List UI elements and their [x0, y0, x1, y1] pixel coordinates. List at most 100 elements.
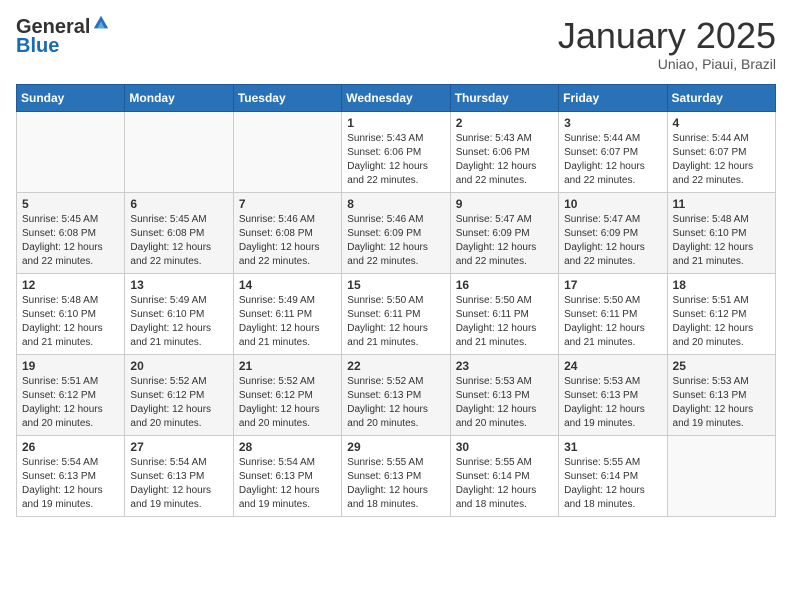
- day-number: 28: [239, 440, 336, 454]
- day-info: Sunrise: 5:49 AMSunset: 6:11 PMDaylight:…: [239, 294, 336, 350]
- day-info: Sunrise: 5:54 AMSunset: 6:13 PMDaylight:…: [22, 456, 119, 512]
- day-number: 30: [456, 440, 553, 454]
- column-header-wednesday: Wednesday: [342, 84, 450, 111]
- day-number: 13: [130, 278, 227, 292]
- calendar-cell: 11Sunrise: 5:48 AMSunset: 6:10 PMDayligh…: [667, 192, 775, 273]
- column-header-tuesday: Tuesday: [233, 84, 341, 111]
- day-number: 12: [22, 278, 119, 292]
- day-number: 8: [347, 197, 444, 211]
- calendar-cell: 18Sunrise: 5:51 AMSunset: 6:12 PMDayligh…: [667, 273, 775, 354]
- calendar-cell: [667, 435, 775, 516]
- calendar-cell: [233, 111, 341, 192]
- page-header: General Blue January 2025 Uniao, Piaui, …: [16, 16, 776, 72]
- day-info: Sunrise: 5:52 AMSunset: 6:12 PMDaylight:…: [130, 375, 227, 431]
- calendar-table: SundayMondayTuesdayWednesdayThursdayFrid…: [16, 84, 776, 517]
- calendar-header-row: SundayMondayTuesdayWednesdayThursdayFrid…: [17, 84, 776, 111]
- day-info: Sunrise: 5:46 AMSunset: 6:08 PMDaylight:…: [239, 213, 336, 269]
- day-number: 5: [22, 197, 119, 211]
- calendar-cell: 5 Sunrise: 5:45 AMSunset: 6:08 PMDaylight…: [17, 192, 125, 273]
- logo-icon: [92, 14, 110, 32]
- logo-blue-text: Blue: [16, 35, 59, 57]
- day-number: 9: [456, 197, 553, 211]
- calendar-cell: 12 Sunrise: 5:48 AMSunset: 6:10 PMDayligh…: [17, 273, 125, 354]
- day-info: Sunrise: 5:53 AMSunset: 6:13 PMDaylight:…: [456, 375, 553, 431]
- column-header-monday: Monday: [125, 84, 233, 111]
- calendar-cell: 2Sunrise: 5:43 AMSunset: 6:06 PMDaylight…: [450, 111, 558, 192]
- calendar-cell: 31Sunrise: 5:55 AMSunset: 6:14 PMDayligh…: [559, 435, 667, 516]
- day-info: Sunrise: 5:49 AMSunset: 6:10 PMDaylight:…: [130, 294, 227, 350]
- day-number: 27: [130, 440, 227, 454]
- calendar-week-row: 26 Sunrise: 5:54 AMSunset: 6:13 PMDayligh…: [17, 435, 776, 516]
- day-info: Sunrise: 5:55 AMSunset: 6:14 PMDaylight:…: [564, 456, 661, 512]
- day-number: 29: [347, 440, 444, 454]
- day-info: Sunrise: 5:53 AMSunset: 6:13 PMDaylight:…: [564, 375, 661, 431]
- day-info: Sunrise: 5:55 AMSunset: 6:14 PMDaylight:…: [456, 456, 553, 512]
- calendar-cell: 10 Sunrise: 5:47 AMSunset: 6:09 PMDayligh…: [559, 192, 667, 273]
- day-number: 3: [564, 116, 661, 130]
- day-number: 19: [22, 359, 119, 373]
- day-number: 22: [347, 359, 444, 373]
- day-info: Sunrise: 5:52 AMSunset: 6:12 PMDaylight:…: [239, 375, 336, 431]
- day-info: Sunrise: 5:52 AMSunset: 6:13 PMDaylight:…: [347, 375, 444, 431]
- calendar-cell: 16 Sunrise: 5:50 AMSunset: 6:11 PMDayligh…: [450, 273, 558, 354]
- day-info: Sunrise: 5:48 AMSunset: 6:10 PMDaylight:…: [22, 294, 119, 350]
- calendar-cell: 27 Sunrise: 5:54 AMSunset: 6:13 PMDayligh…: [125, 435, 233, 516]
- day-number: 26: [22, 440, 119, 454]
- calendar-week-row: 19 Sunrise: 5:51 AMSunset: 6:12 PMDayligh…: [17, 354, 776, 435]
- day-number: 1: [347, 116, 444, 130]
- calendar-week-row: 1 Sunrise: 5:43 AMSunset: 6:06 PMDaylight…: [17, 111, 776, 192]
- month-title: January 2025: [558, 16, 776, 56]
- calendar-cell: 1 Sunrise: 5:43 AMSunset: 6:06 PMDaylight…: [342, 111, 450, 192]
- day-info: Sunrise: 5:54 AMSunset: 6:13 PMDaylight:…: [239, 456, 336, 512]
- column-header-thursday: Thursday: [450, 84, 558, 111]
- day-info: Sunrise: 5:50 AMSunset: 6:11 PMDaylight:…: [456, 294, 553, 350]
- calendar-cell: 7Sunrise: 5:46 AMSunset: 6:08 PMDaylight…: [233, 192, 341, 273]
- calendar-cell: 14 Sunrise: 5:49 AMSunset: 6:11 PMDayligh…: [233, 273, 341, 354]
- day-number: 11: [673, 197, 770, 211]
- day-info: Sunrise: 5:43 AMSunset: 6:06 PMDaylight:…: [347, 132, 444, 188]
- calendar-cell: 26 Sunrise: 5:54 AMSunset: 6:13 PMDayligh…: [17, 435, 125, 516]
- day-number: 25: [673, 359, 770, 373]
- calendar-cell: 9Sunrise: 5:47 AMSunset: 6:09 PMDaylight…: [450, 192, 558, 273]
- day-number: 23: [456, 359, 553, 373]
- day-number: 4: [673, 116, 770, 130]
- logo: General Blue: [16, 16, 110, 58]
- calendar-cell: 15 Sunrise: 5:50 AMSunset: 6:11 PMDayligh…: [342, 273, 450, 354]
- day-number: 21: [239, 359, 336, 373]
- calendar-cell: 6 Sunrise: 5:45 AMSunset: 6:08 PMDaylight…: [125, 192, 233, 273]
- day-number: 10: [564, 197, 661, 211]
- column-header-friday: Friday: [559, 84, 667, 111]
- day-info: Sunrise: 5:51 AMSunset: 6:12 PMDaylight:…: [673, 294, 770, 350]
- calendar-cell: 20 Sunrise: 5:52 AMSunset: 6:12 PMDayligh…: [125, 354, 233, 435]
- calendar-cell: 13 Sunrise: 5:49 AMSunset: 6:10 PMDayligh…: [125, 273, 233, 354]
- day-number: 20: [130, 359, 227, 373]
- day-number: 24: [564, 359, 661, 373]
- calendar-cell: 30 Sunrise: 5:55 AMSunset: 6:14 PMDayligh…: [450, 435, 558, 516]
- calendar-cell: 25 Sunrise: 5:53 AMSunset: 6:13 PMDayligh…: [667, 354, 775, 435]
- day-number: 17: [564, 278, 661, 292]
- calendar-cell: 17 Sunrise: 5:50 AMSunset: 6:11 PMDayligh…: [559, 273, 667, 354]
- day-number: 16: [456, 278, 553, 292]
- day-info: Sunrise: 5:44 AMSunset: 6:07 PMDaylight:…: [673, 132, 770, 188]
- calendar-cell: [125, 111, 233, 192]
- day-number: 2: [456, 116, 553, 130]
- day-info: Sunrise: 5:50 AMSunset: 6:11 PMDaylight:…: [347, 294, 444, 350]
- day-number: 15: [347, 278, 444, 292]
- day-number: 14: [239, 278, 336, 292]
- day-info: Sunrise: 5:51 AMSunset: 6:12 PMDaylight:…: [22, 375, 119, 431]
- day-info: Sunrise: 5:50 AMSunset: 6:11 PMDaylight:…: [564, 294, 661, 350]
- day-info: Sunrise: 5:53 AMSunset: 6:13 PMDaylight:…: [673, 375, 770, 431]
- day-info: Sunrise: 5:45 AMSunset: 6:08 PMDaylight:…: [130, 213, 227, 269]
- calendar-cell: 24 Sunrise: 5:53 AMSunset: 6:13 PMDayligh…: [559, 354, 667, 435]
- day-info: Sunrise: 5:54 AMSunset: 6:13 PMDaylight:…: [130, 456, 227, 512]
- calendar-cell: 28 Sunrise: 5:54 AMSunset: 6:13 PMDayligh…: [233, 435, 341, 516]
- calendar-week-row: 5 Sunrise: 5:45 AMSunset: 6:08 PMDaylight…: [17, 192, 776, 273]
- column-header-saturday: Saturday: [667, 84, 775, 111]
- location-subtitle: Uniao, Piaui, Brazil: [558, 56, 776, 72]
- day-info: Sunrise: 5:45 AMSunset: 6:08 PMDaylight:…: [22, 213, 119, 269]
- calendar-cell: 22 Sunrise: 5:52 AMSunset: 6:13 PMDayligh…: [342, 354, 450, 435]
- day-info: Sunrise: 5:47 AMSunset: 6:09 PMDaylight:…: [564, 213, 661, 269]
- calendar-cell: 21 Sunrise: 5:52 AMSunset: 6:12 PMDayligh…: [233, 354, 341, 435]
- day-info: Sunrise: 5:46 AMSunset: 6:09 PMDaylight:…: [347, 213, 444, 269]
- day-number: 6: [130, 197, 227, 211]
